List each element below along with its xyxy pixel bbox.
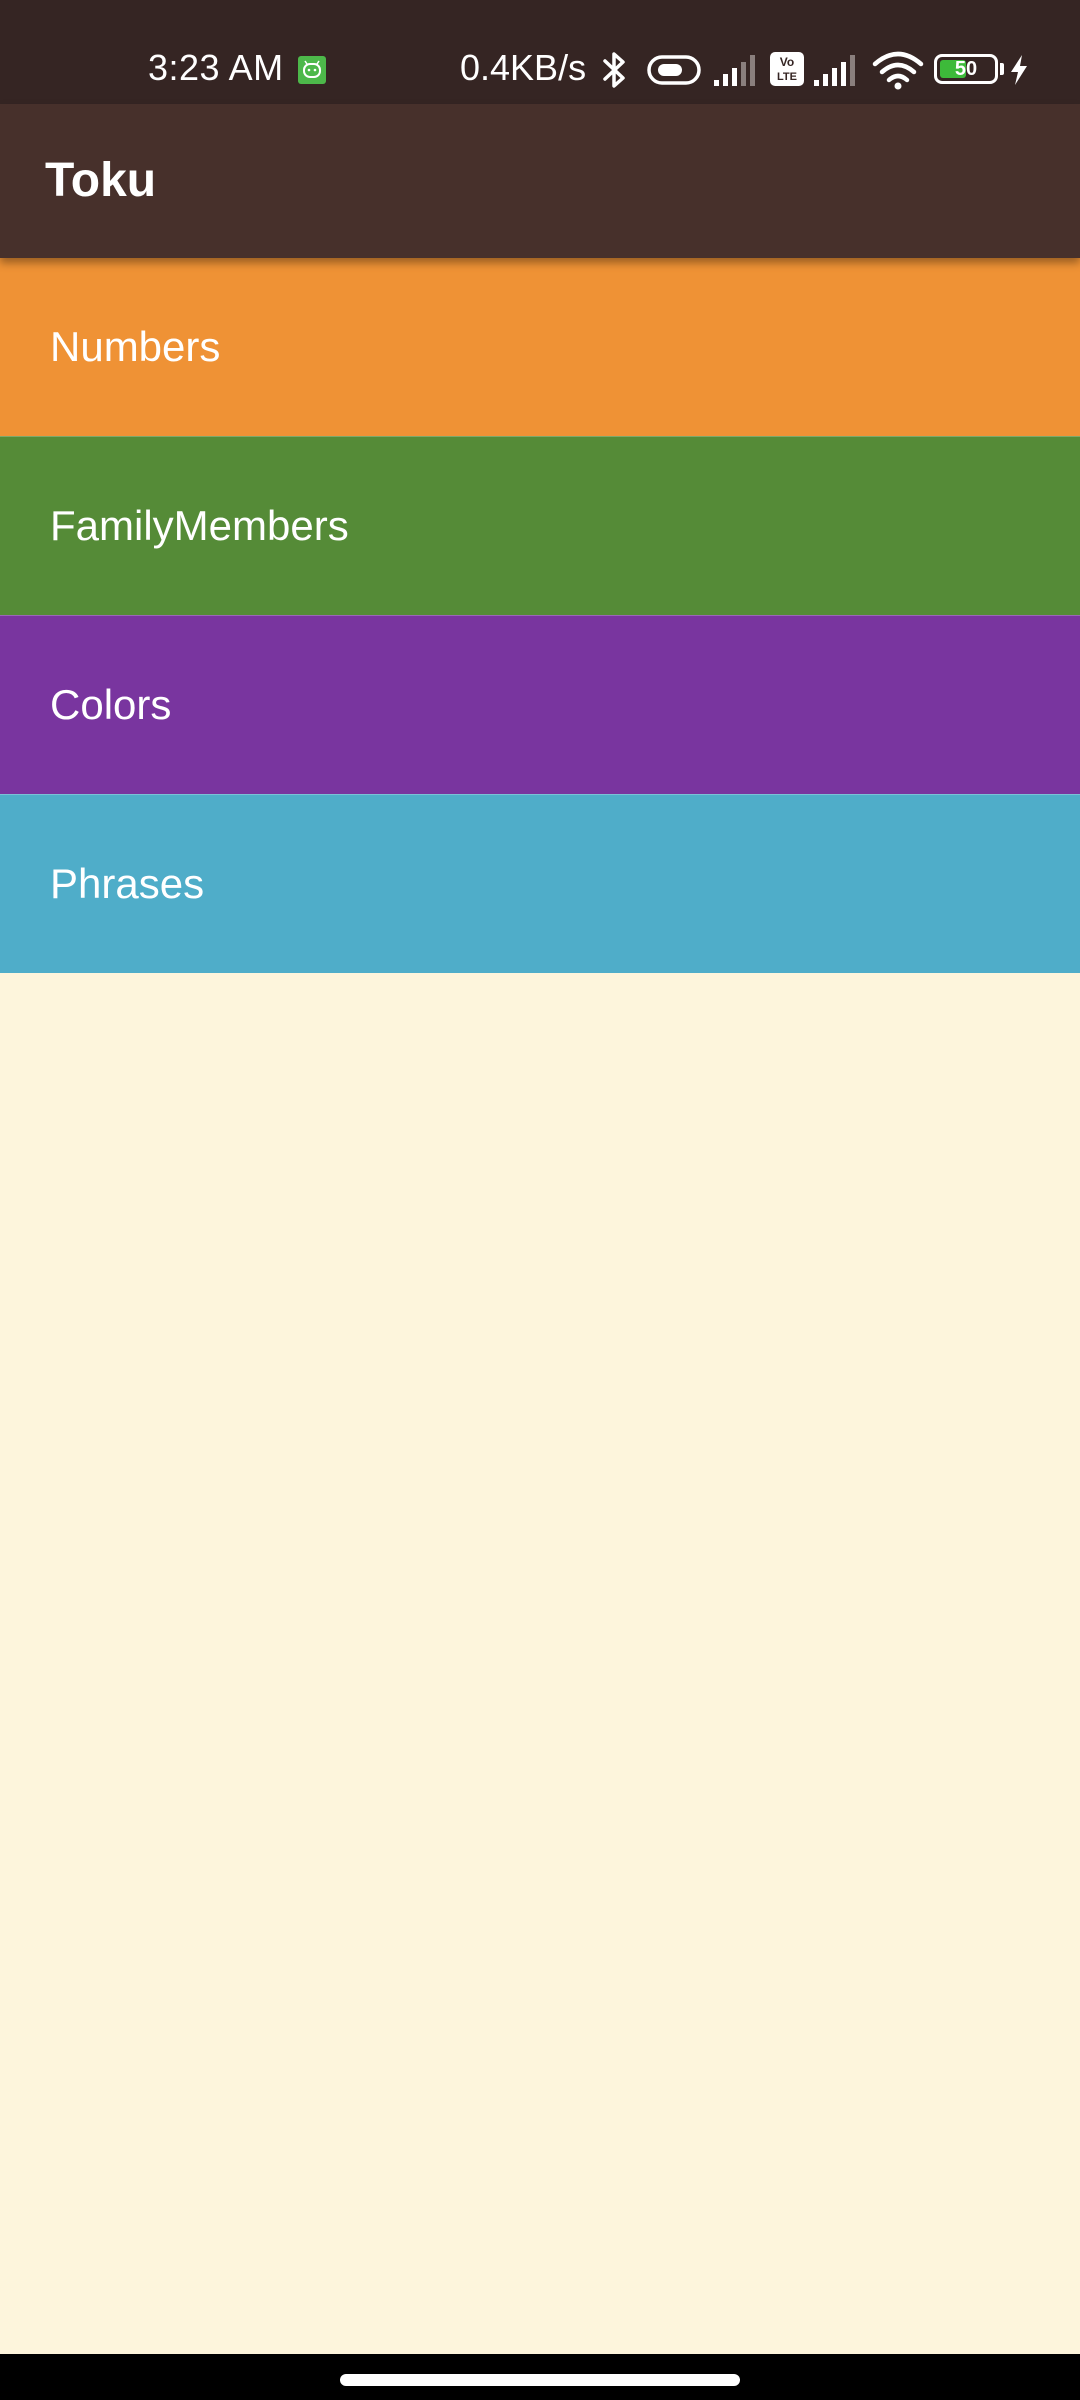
status-time: 3:23 AM xyxy=(148,47,284,88)
wifi-icon xyxy=(872,50,924,95)
category-item-family-members[interactable]: FamilyMembers xyxy=(0,436,1080,615)
notification-app-icon xyxy=(298,56,326,84)
svg-text:Vo: Vo xyxy=(780,55,794,69)
battery-tip xyxy=(1000,63,1004,75)
volte-icon: Vo LTE xyxy=(770,52,804,91)
category-label: Colors xyxy=(50,681,172,728)
battery-icon: 50 xyxy=(934,54,998,84)
svg-text:LTE: LTE xyxy=(777,71,797,83)
category-label: FamilyMembers xyxy=(50,502,349,549)
signal-strength-icon xyxy=(812,52,862,93)
category-list: Numbers FamilyMembers Colors Phrases xyxy=(0,258,1080,973)
category-label: Numbers xyxy=(50,323,221,370)
home-indicator[interactable] xyxy=(340,2374,740,2386)
app-title: Toku xyxy=(45,154,157,207)
network-speed: 0.4KB/s xyxy=(460,47,587,88)
status-bar: 3:23 AM 0.4KB/s Vo LTE 50 xyxy=(0,0,1080,104)
bluetooth-icon xyxy=(598,50,632,95)
category-item-numbers[interactable]: Numbers xyxy=(0,258,1080,436)
app-bar: Toku xyxy=(0,104,1080,258)
toggle-icon xyxy=(646,53,702,92)
category-label: Phrases xyxy=(50,860,205,907)
battery-level-text: 50 xyxy=(954,58,978,80)
category-item-colors[interactable]: Colors xyxy=(0,615,1080,794)
charging-bolt-icon xyxy=(1008,54,1030,91)
signal-strength-icon xyxy=(712,52,762,93)
navigation-bar xyxy=(0,2354,1080,2400)
category-item-phrases[interactable]: Phrases xyxy=(0,794,1080,973)
